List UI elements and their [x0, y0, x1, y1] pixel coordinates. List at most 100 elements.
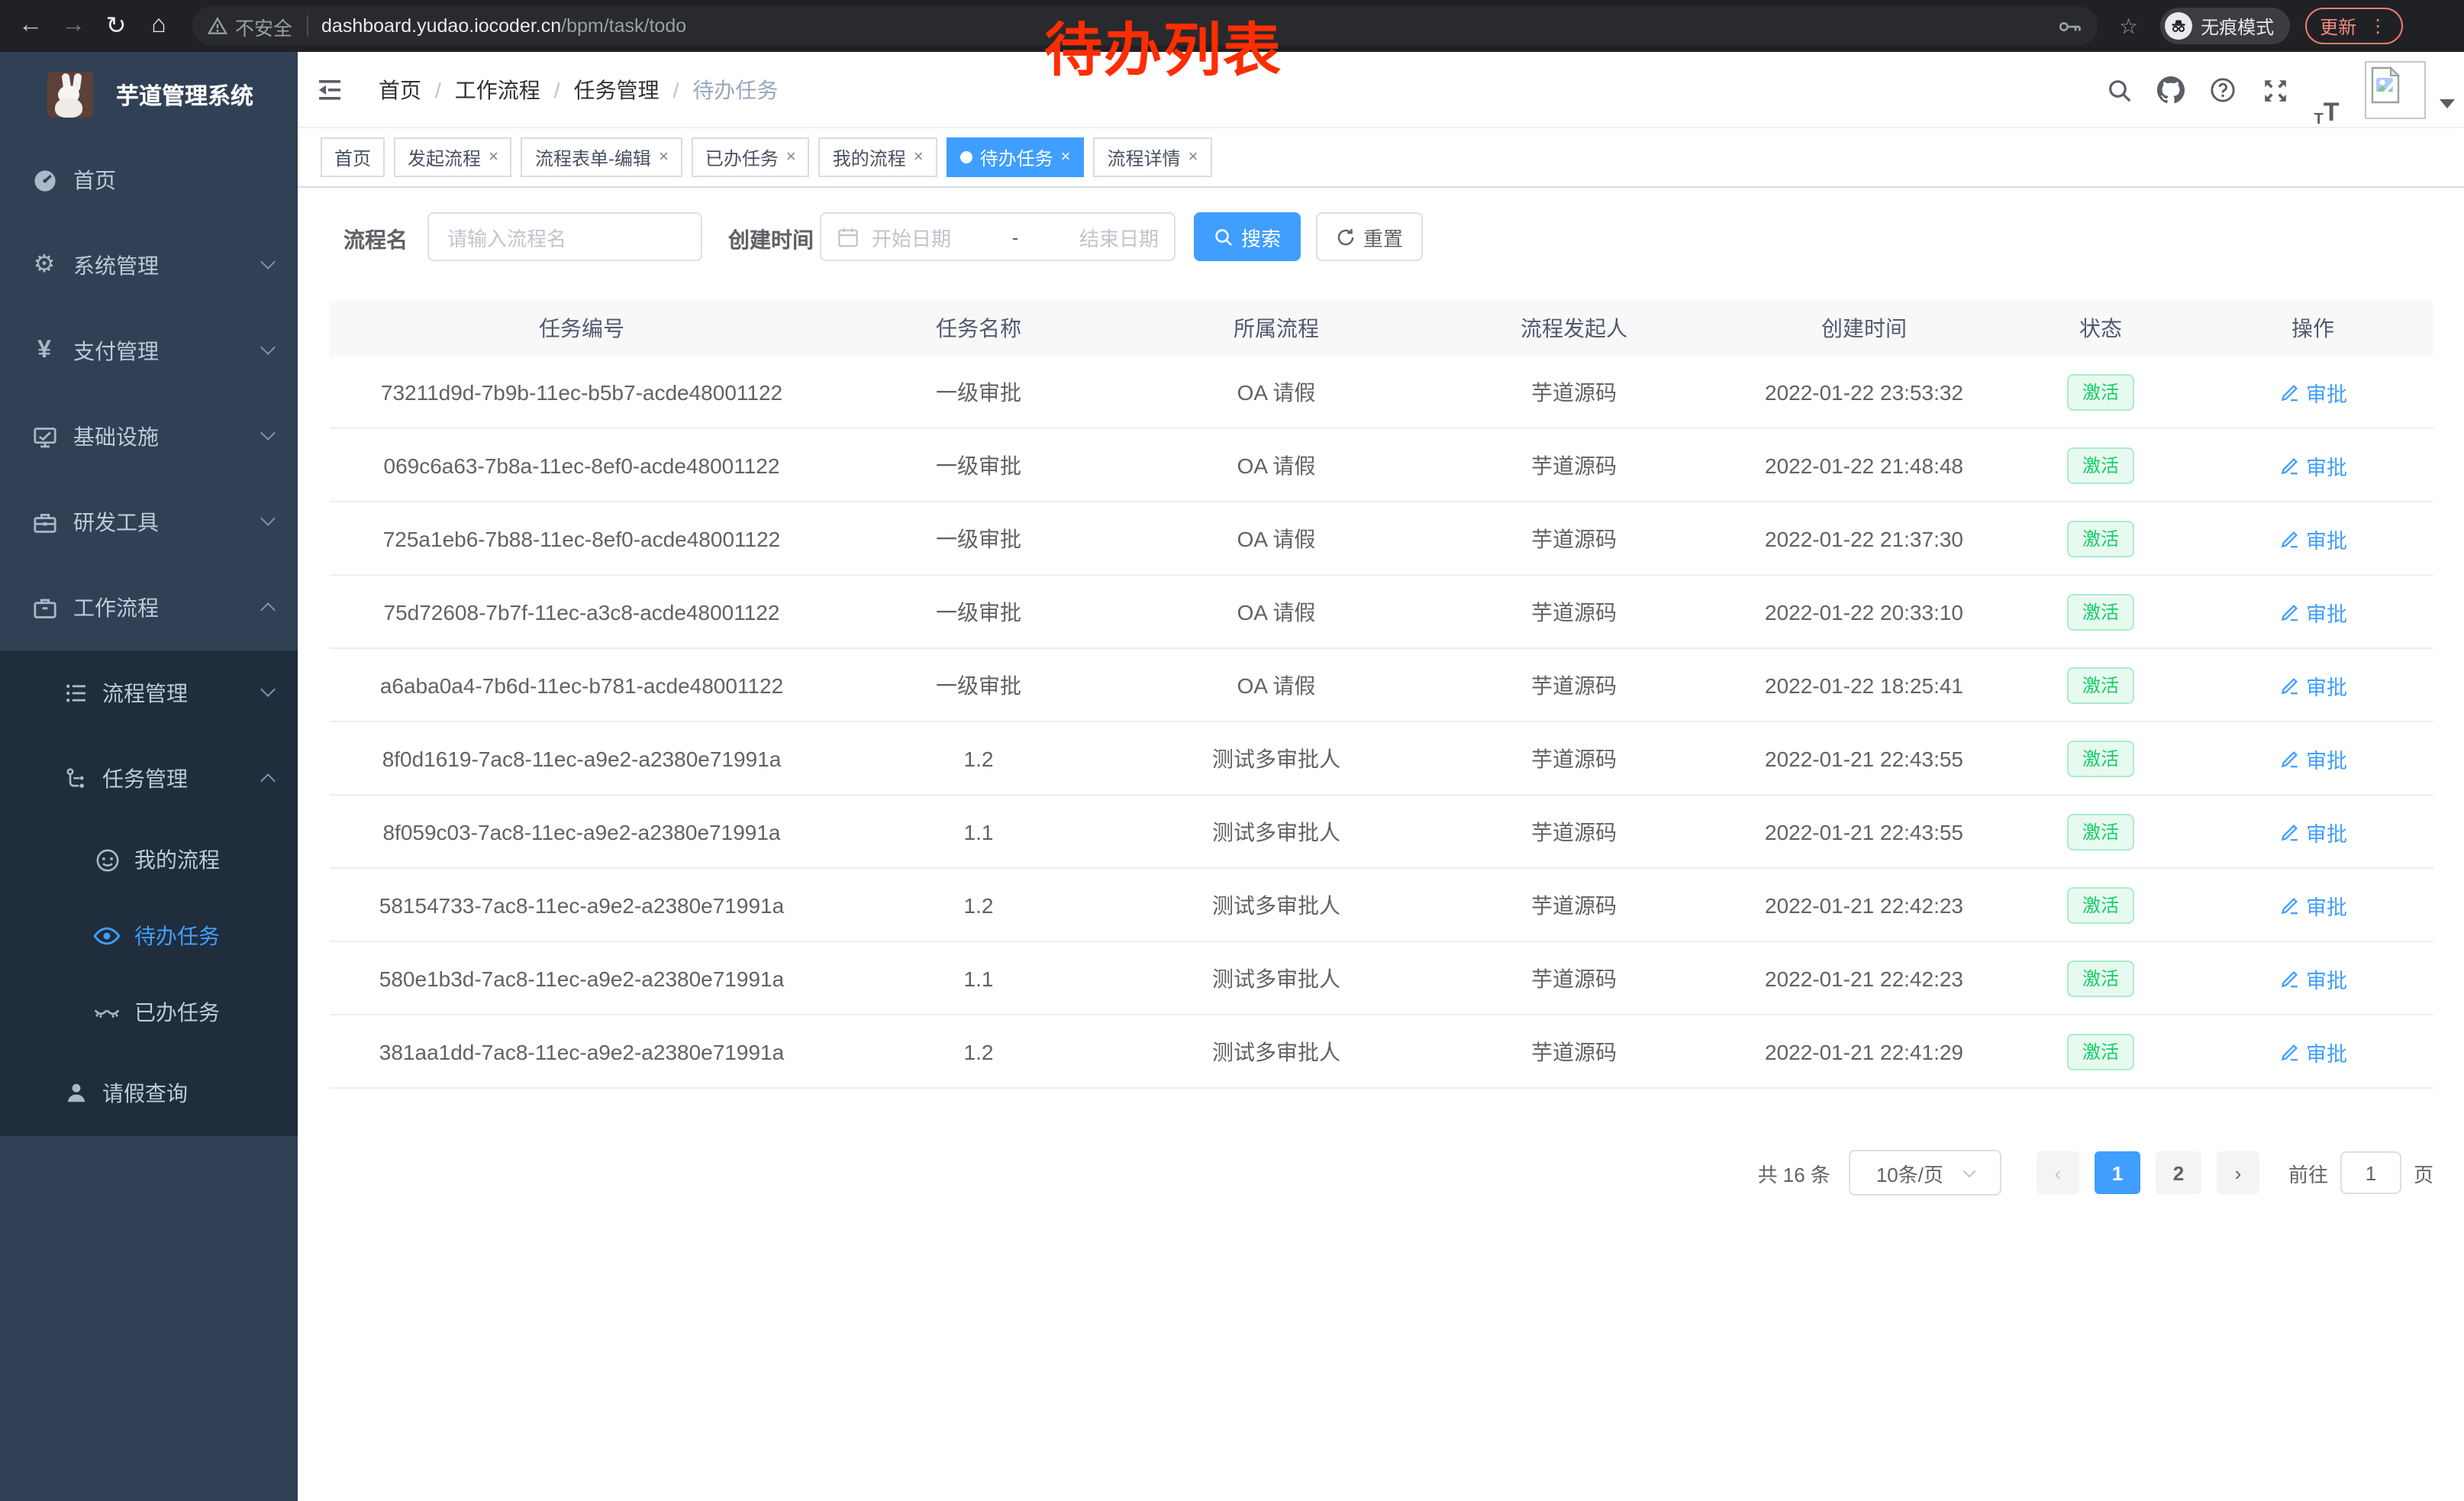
prev-page-button[interactable]: ‹ [2037, 1151, 2079, 1194]
sidebar-item-workflow[interactable]: 工作流程 [0, 565, 298, 650]
tab-home[interactable]: 首页 [321, 137, 385, 177]
workflow-submenu: 流程管理 任务管理 我的流程 待办任务 [0, 650, 298, 1136]
breadcrumb-item-current: 待办任务 [692, 75, 778, 105]
status-cell: 激活 [2009, 722, 2192, 794]
broken-image-icon [2369, 66, 2403, 105]
table-header-row: 任务编号 任务名称 所属流程 流程发起人 创建时间 状态 操作 [330, 301, 2433, 356]
table-row: 381aa1dd-7ac8-11ec-a9e2-a2380e71991a 1.2… [330, 1015, 2433, 1089]
close-icon[interactable]: × [1061, 148, 1071, 166]
search-button[interactable]: 搜索 [1194, 212, 1301, 261]
table-row: 580e1b3d-7ac8-11ec-a9e2-a2380e71991a 1.1… [330, 942, 2433, 1015]
approve-link[interactable]: 审批 [2279, 450, 2347, 480]
sidebar-item-payment[interactable]: ¥ 支付管理 [0, 308, 298, 394]
sidebar-item-infra[interactable]: 基础设施 [0, 394, 298, 479]
close-icon[interactable]: × [786, 148, 796, 166]
initiator-cell: 芋道源码 [1429, 502, 1719, 574]
process-cell: 测试多审批人 [1124, 942, 1429, 1014]
sidebar-item-devtools[interactable]: 研发工具 [0, 479, 298, 565]
approve-link[interactable]: 审批 [2279, 670, 2347, 700]
approve-link[interactable]: 审批 [2279, 963, 2347, 993]
security-label: 不安全 [235, 11, 292, 40]
sidebar-logo[interactable]: 芋道管理系统 [0, 52, 298, 137]
approve-label: 审批 [2306, 743, 2347, 773]
process-name-input[interactable]: 请输入流程名 [427, 212, 702, 261]
process-cell: 测试多审批人 [1124, 722, 1429, 794]
search-icon [1214, 227, 1234, 247]
page-button-1[interactable]: 1 [2095, 1151, 2140, 1194]
breadcrumb-item[interactable]: 首页 [379, 75, 421, 105]
sidebar-item-home[interactable]: 首页 [0, 137, 298, 223]
browser-update-button[interactable]: 更新 ⋮ [2304, 8, 2402, 44]
task-name-cell: 一级审批 [834, 649, 1124, 721]
initiator-cell: 芋道源码 [1429, 649, 1719, 721]
close-icon[interactable]: × [914, 148, 924, 166]
approve-link[interactable]: 审批 [2279, 596, 2347, 627]
tab-start-process[interactable]: 发起流程× [394, 137, 512, 177]
security-status[interactable]: 不安全 [208, 11, 292, 40]
font-size-icon[interactable]: TT [2301, 52, 2353, 128]
sidebar-item-leave-query[interactable]: 请假查询 [0, 1051, 298, 1136]
initiator-cell: 芋道源码 [1429, 576, 1719, 647]
approve-link[interactable]: 审批 [2279, 889, 2347, 920]
task-name-cell: 一级审批 [834, 502, 1124, 574]
approve-link[interactable]: 审批 [2279, 816, 2347, 847]
bookmark-star-icon[interactable]: ☆ [2119, 13, 2138, 39]
breadcrumb-item[interactable]: 任务管理 [574, 75, 660, 105]
sidebar-item-label: 基础设施 [73, 421, 159, 452]
approve-link[interactable]: 审批 [2279, 1036, 2347, 1067]
sidebar-item-done-tasks[interactable]: 已办任务 [0, 974, 298, 1051]
date-range-picker[interactable]: 开始日期 - 结束日期 [820, 212, 1176, 261]
sidebar-item-my-process[interactable]: 我的流程 [0, 822, 298, 898]
browser-home-icon[interactable]: ⌂ [137, 5, 180, 47]
tab-form-edit[interactable]: 流程表单-编辑× [521, 137, 682, 177]
page-button-2[interactable]: 2 [2156, 1151, 2201, 1194]
breadcrumb-item[interactable]: 工作流程 [455, 75, 540, 105]
tags-view: 首页 发起流程× 流程表单-编辑× 已办任务× 我的流程× 待办任务× 流程详情… [298, 128, 2464, 188]
end-date-placeholder: 结束日期 [1052, 222, 1159, 251]
key-icon[interactable] [2058, 16, 2082, 36]
tab-todo-tasks[interactable]: 待办任务× [947, 137, 1085, 177]
jump-page-input[interactable] [2340, 1151, 2401, 1194]
browser-forward-icon[interactable]: → [52, 5, 95, 47]
close-icon[interactable]: × [489, 148, 498, 166]
page-size-select[interactable]: 10条/页 [1849, 1150, 2001, 1196]
sidebar-item-system[interactable]: ⚙ 系统管理 [0, 223, 298, 308]
incognito-label: 无痕模式 [2201, 13, 2274, 39]
help-icon[interactable] [2197, 52, 2249, 128]
github-icon[interactable] [2145, 52, 2197, 128]
update-label: 更新 [2320, 13, 2356, 39]
browser-menu-icon[interactable]: ⋮ [2369, 15, 2387, 37]
sidebar-item-process-mgmt[interactable]: 流程管理 [0, 650, 298, 736]
approve-link[interactable]: 审批 [2279, 376, 2347, 407]
sidebar-item-todo-tasks[interactable]: 待办任务 [0, 898, 298, 974]
created-time-cell: 2022-01-22 23:53:32 [1719, 356, 2009, 428]
approve-label: 审批 [2306, 523, 2347, 554]
header-search-icon[interactable] [2093, 52, 2145, 128]
action-cell: 审批 [2192, 869, 2433, 941]
tab-process-detail[interactable]: 流程详情× [1094, 137, 1212, 177]
incognito-badge: 无痕模式 [2159, 8, 2289, 44]
sidebar-collapse-icon[interactable] [316, 76, 343, 104]
next-page-button[interactable]: › [2217, 1151, 2259, 1194]
approve-link[interactable]: 审批 [2279, 743, 2347, 773]
tab-done-tasks[interactable]: 已办任务× [692, 137, 810, 177]
fullscreen-icon[interactable] [2249, 52, 2301, 128]
sidebar-item-label: 请假查询 [102, 1078, 188, 1109]
sidebar-item-task-mgmt[interactable]: 任务管理 [0, 736, 298, 822]
approve-link[interactable]: 审批 [2279, 523, 2347, 554]
browser-reload-icon[interactable]: ↻ [95, 5, 137, 47]
eye-closed-icon [93, 999, 121, 1026]
active-dot [960, 151, 972, 163]
approve-label: 审批 [2306, 889, 2347, 920]
status-cell: 激活 [2009, 649, 2192, 721]
tab-my-process[interactable]: 我的流程× [819, 137, 937, 177]
table-row: 58154733-7ac8-11ec-a9e2-a2380e71991a 1.2… [330, 869, 2433, 942]
created-time-cell: 2022-01-21 22:43:55 [1719, 796, 2009, 867]
avatar[interactable] [2365, 61, 2426, 119]
reset-button[interactable]: 重置 [1316, 212, 1423, 261]
yen-icon: ¥ [31, 337, 58, 365]
close-icon[interactable]: × [1188, 148, 1198, 166]
warning-icon [208, 17, 227, 35]
close-icon[interactable]: × [659, 148, 669, 166]
browser-back-icon[interactable]: ← [9, 5, 52, 47]
